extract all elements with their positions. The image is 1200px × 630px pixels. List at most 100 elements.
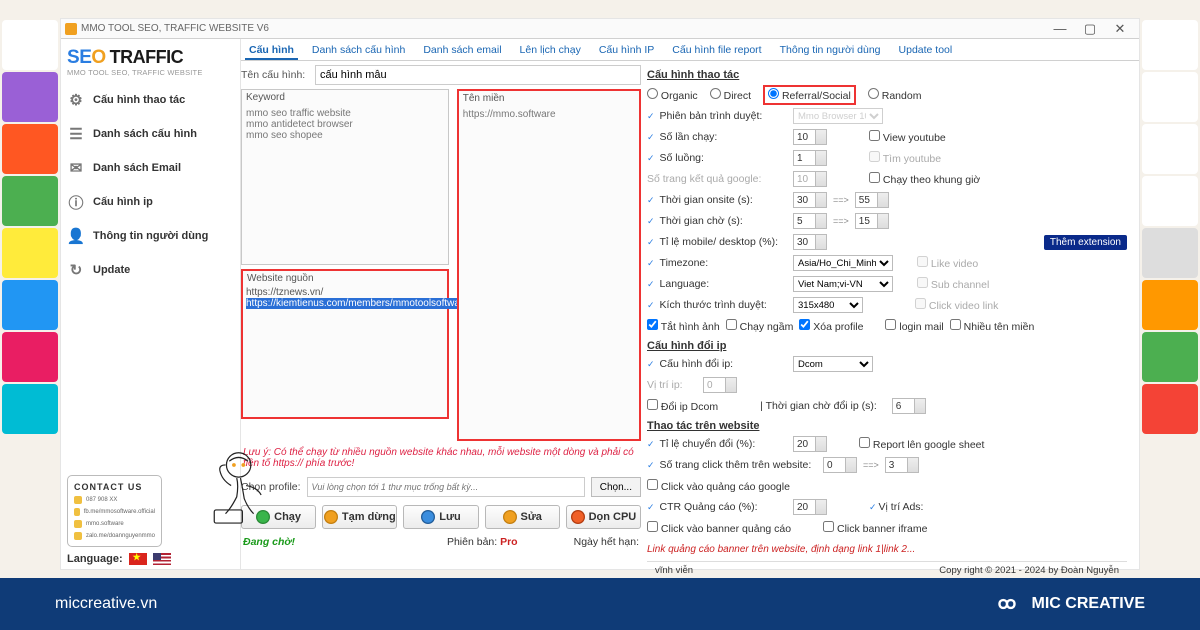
wait-to-spin[interactable]: 15 [855, 213, 889, 229]
click-video-check: Click video link [915, 298, 998, 312]
browser-select[interactable]: Mmo Browser 100 [793, 108, 883, 124]
threads-spin[interactable]: 1 [793, 150, 827, 166]
ctr-spin[interactable]: 20 [793, 499, 827, 515]
flag-vn-icon[interactable] [129, 553, 147, 565]
source-box[interactable]: Website nguồn https://tznews.vn/ https:/… [241, 269, 449, 419]
minimize-button[interactable]: — [1045, 21, 1075, 36]
config-name-label: Tên cấu hình: [241, 69, 309, 81]
onsite-spin[interactable]: 30 [793, 192, 827, 208]
cropped-right-strip [1140, 18, 1200, 570]
contact-card: CONTACT US 087 908 XX fb.me/mmosoftware.… [67, 475, 162, 547]
run-times-spin[interactable]: 10 [793, 129, 827, 145]
mode-referral[interactable]: Referral/Social [768, 88, 851, 102]
domain-box[interactable]: Tên miền https://mmo.software [457, 89, 641, 441]
language-row: Language: [67, 553, 234, 565]
view-youtube-check[interactable]: View youtube [869, 130, 946, 144]
keyword-textarea[interactable]: mmo seo traffic website mmo antidetect b… [242, 106, 448, 264]
config-name-input[interactable] [315, 65, 641, 85]
tab-bar: Cấu hình Danh sách cấu hình Danh sách em… [241, 39, 1139, 61]
save-button[interactable]: Lưu [403, 505, 478, 529]
edit-icon [503, 510, 517, 524]
dcom-check[interactable]: Đổi ip Dcom [647, 399, 718, 413]
tab-schedule[interactable]: Lên lịch chạy [516, 42, 585, 60]
ip-icon: ⓘ [67, 193, 85, 211]
maximize-button[interactable]: ▢ [1075, 21, 1105, 37]
schedule-check[interactable]: Chạy theo khung giờ [869, 172, 980, 186]
iframe-check[interactable]: Click banner iframe [823, 521, 927, 535]
ratio-spin[interactable]: 30 [793, 234, 827, 250]
tab-config[interactable]: Cấu hình [245, 42, 298, 60]
sidebar-item-ip[interactable]: ⓘCấu hình ip [67, 193, 234, 211]
sidebar-item-user[interactable]: 👤Thông tin người dùng [67, 227, 234, 245]
clicks-spin[interactable]: 0 [823, 457, 857, 473]
tab-email[interactable]: Danh sách email [419, 42, 505, 60]
sidebar-item-update[interactable]: ↻Update [67, 261, 234, 279]
logo: SEO TRAFFIC [67, 47, 234, 69]
tab-update[interactable]: Update tool [895, 42, 957, 60]
keyword-box[interactable]: Keyword mmo seo traffic website mmo anti… [241, 89, 449, 265]
edit-button[interactable]: Sửa [485, 505, 560, 529]
window-title: MMO TOOL SEO, TRAFFIC WEBSITE V6 [81, 23, 269, 34]
banner-url: miccreative.vn [55, 595, 157, 613]
app-icon [65, 23, 77, 35]
ipwait-spin[interactable]: 6 [892, 398, 926, 414]
off-image-check[interactable]: Tắt hình ảnh [647, 319, 720, 333]
sidebar-item-email[interactable]: ✉Danh sách Email [67, 159, 234, 177]
sidebar-item-config-list[interactable]: ☰Danh sách cấu hình [67, 125, 234, 143]
tab-ip[interactable]: Cấu hình IP [595, 42, 658, 60]
copyright: Copy right © 2021 - 2024 by Đoàn Nguyễn [939, 565, 1119, 576]
tab-user[interactable]: Thông tin người dùng [776, 42, 885, 60]
language-select[interactable]: Viet Nam;vi-VN [793, 276, 893, 292]
banner-link-placeholder: Link quảng cáo banner trên website, định… [647, 544, 915, 555]
report-check[interactable]: Report lên google sheet [859, 437, 984, 451]
sub-channel-check: Sub channel [917, 277, 989, 291]
like-video-check: Like video [917, 256, 978, 270]
tab-report[interactable]: Cấu hình file report [668, 42, 765, 60]
logo-subtitle: MMO TOOL SEO, TRAFFIC WEBSITE [67, 68, 234, 77]
source-note: Lưu ý: Có thể chạy từ nhiều nguồn websit… [241, 445, 641, 471]
gear-icon: ⚙ [67, 91, 85, 109]
clicks-to-spin[interactable]: 3 [885, 457, 919, 473]
multi-domain-check[interactable]: Nhiều tên miền [950, 319, 1035, 333]
extension-button[interactable]: Thêm extension [1044, 235, 1127, 250]
clean-button[interactable]: Dọn CPU [566, 505, 641, 529]
choose-button[interactable]: Chọn... [591, 477, 641, 497]
sidebar: SEO TRAFFIC MMO TOOL SEO, TRAFFIC WEBSIT… [61, 39, 241, 569]
refresh-icon: ↻ [67, 261, 85, 279]
banner-check[interactable]: Click vào banner quảng cáo [647, 521, 791, 535]
section-web: Thao tác trên website [647, 420, 1127, 432]
tab-config-list[interactable]: Danh sách cấu hình [308, 42, 409, 60]
pause-icon [324, 510, 338, 524]
login-mail-check[interactable]: login mail [885, 319, 943, 333]
onsite-to-spin[interactable]: 55 [855, 192, 889, 208]
conv-spin[interactable]: 20 [793, 436, 827, 452]
clean-icon [571, 510, 585, 524]
ads-check[interactable]: Click vào quảng cáo google [647, 479, 790, 493]
timezone-select[interactable]: Asia/Ho_Chi_Minh [793, 255, 893, 271]
mail-icon: ✉ [67, 159, 85, 177]
del-profile-check[interactable]: Xóa profile [799, 319, 863, 333]
mode-direct[interactable]: Direct [710, 88, 751, 102]
expiry-value: vĩnh viễn [655, 565, 693, 576]
status-text: Đang chờ! [243, 536, 295, 548]
infinity-icon [992, 594, 1022, 614]
mode-organic[interactable]: Organic [647, 88, 698, 102]
profile-input[interactable] [307, 477, 585, 497]
find-youtube-check: Tìm youtube [869, 151, 941, 165]
flag-us-icon[interactable] [153, 553, 171, 565]
sidebar-item-config[interactable]: ⚙Cấu hình thao tác [67, 91, 234, 109]
pause-button[interactable]: Tạm dừng [322, 505, 397, 529]
browsersize-select[interactable]: 315x480 [793, 297, 863, 313]
cropped-left-strip [0, 18, 60, 570]
title-bar: MMO TOOL SEO, TRAFFIC WEBSITE V6 — ▢ ✕ [61, 19, 1139, 39]
domain-textarea[interactable]: https://mmo.software [459, 107, 639, 439]
ipcfg-select[interactable]: Dcom [793, 356, 873, 372]
mode-random[interactable]: Random [868, 88, 922, 102]
bg-run-check[interactable]: Chạy ngầm [726, 319, 794, 333]
close-button[interactable]: ✕ [1105, 21, 1135, 37]
user-icon: 👤 [67, 227, 85, 245]
banner-brand: MIC CREATIVE [1032, 595, 1145, 613]
section-ip: Cấu hình đổi ip [647, 340, 1127, 352]
wait-spin[interactable]: 5 [793, 213, 827, 229]
page-banner: miccreative.vn MIC CREATIVE [0, 578, 1200, 630]
